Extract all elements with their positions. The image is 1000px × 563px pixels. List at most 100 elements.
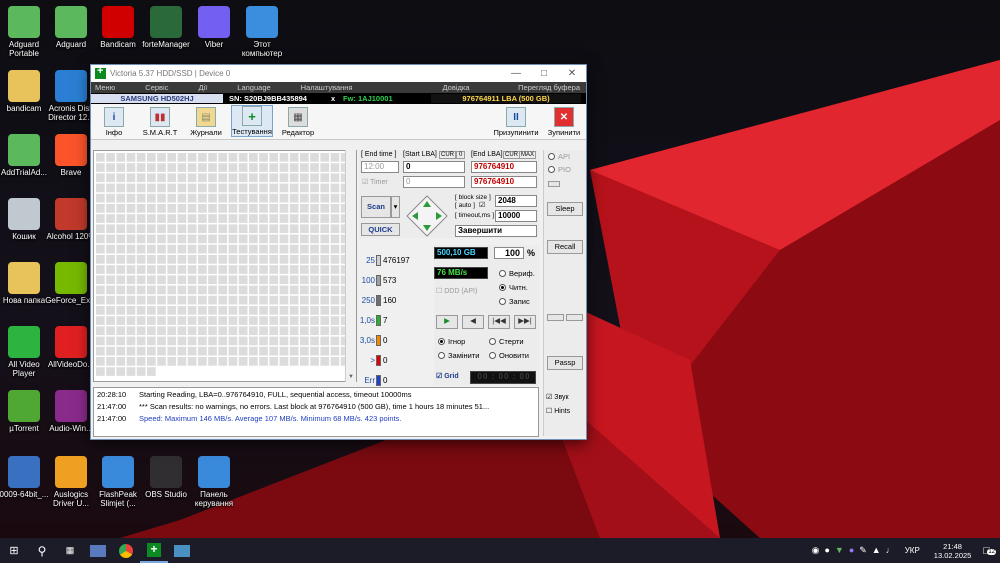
scan-options-dropdown[interactable]: ▾ — [391, 196, 400, 218]
clock[interactable]: 21:48 13.02.2025 — [934, 542, 972, 560]
scan-block — [330, 193, 340, 203]
read-radio[interactable]: Читн. — [499, 283, 528, 292]
recall-button[interactable]: Recall — [547, 240, 583, 254]
taskbar-app-images[interactable] — [168, 538, 196, 563]
task-view-button[interactable]: ▦ — [56, 538, 84, 563]
scan-block — [147, 326, 156, 336]
menu-item-help[interactable]: Довідка — [443, 83, 470, 92]
language-indicator[interactable]: УКР — [905, 546, 920, 555]
testing-button[interactable]: + Тестування — [231, 105, 273, 137]
scan-block — [106, 204, 115, 213]
scan-block — [208, 306, 217, 315]
pause-button[interactable]: II Призупинити — [492, 107, 540, 137]
journals-button[interactable]: ▤ Журнали — [185, 107, 227, 137]
sound-checkbox[interactable]: ☑ Звук — [546, 393, 569, 401]
desktop-icon[interactable]: Adguard — [45, 6, 97, 49]
scan-button[interactable]: Scan — [361, 196, 391, 218]
end-time-input[interactable]: 12:00 — [361, 161, 399, 173]
erase-radio[interactable]: Стерти — [489, 337, 524, 346]
desktop-icon[interactable]: 0009-64bit_... — [0, 456, 50, 499]
minimize-button[interactable]: — — [502, 68, 530, 79]
menu-item-actions[interactable]: Дії — [198, 83, 207, 92]
start-button[interactable]: ⊞ — [0, 538, 28, 563]
desktop-icon[interactable]: Adguard Portable — [0, 6, 50, 58]
sleep-button[interactable]: Sleep — [547, 202, 583, 216]
scrollbar-down-arrow[interactable]: ▼ — [348, 374, 354, 380]
device-close-x[interactable]: x — [327, 94, 337, 103]
pio-radio[interactable]: PIO — [548, 165, 571, 174]
ignore-radio[interactable]: Ігнор — [438, 337, 465, 346]
desktop-icon[interactable]: Viber — [188, 6, 240, 49]
start-lba-input[interactable]: 0 — [403, 161, 465, 173]
desktop-icon[interactable]: Этот компьютер — [236, 6, 288, 58]
info-button[interactable]: i Інфо — [93, 107, 135, 137]
taskbar-app-chrome[interactable] — [112, 538, 140, 563]
close-button[interactable]: ✕ — [558, 68, 586, 79]
desktop-icon[interactable]: AddTrialAd... — [0, 134, 50, 177]
skip-back-button[interactable]: |◀◀ — [488, 315, 510, 329]
desktop-icon[interactable]: forteManager — [140, 6, 192, 49]
quick-button[interactable]: QUICK — [361, 223, 400, 236]
auto-checkbox[interactable]: ☑ — [479, 201, 485, 209]
small-right-button[interactable] — [566, 314, 583, 321]
timer-checkbox[interactable]: ☑ Timer — [362, 178, 388, 186]
maximize-button[interactable]: □ — [530, 68, 558, 79]
menu-item-buffer-view[interactable]: Перегляд буфера — [518, 83, 580, 92]
grid-checkbox[interactable]: ☑ Grid — [436, 372, 459, 380]
finish-action-select[interactable]: Завершити — [455, 225, 537, 237]
write-radio[interactable]: Запис — [499, 297, 530, 306]
log-panel[interactable]: 20:28:10 Starting Reading, LBA=0..9767649… — [93, 387, 539, 437]
device-model[interactable]: SAMSUNG HD502HJ — [91, 94, 223, 103]
desktop-icon[interactable]: Панель керування — [188, 456, 240, 508]
smart-button[interactable]: ▮▮ S.M.A.R.T — [139, 107, 181, 137]
end-lba-input[interactable]: 976764910 — [471, 161, 537, 173]
desktop-icon[interactable]: µTorrent — [0, 390, 50, 433]
verify-radio[interactable]: Вериф. — [499, 269, 535, 278]
small-left-button[interactable] — [547, 314, 564, 321]
taskbar-app-victoria-monitor[interactable] — [84, 538, 112, 563]
menu-item-settings[interactable]: Налаштування — [301, 83, 353, 92]
direction-pad-icon[interactable] — [405, 194, 449, 238]
ddd-api-checkbox[interactable]: ☐ DDD (API) — [436, 287, 477, 295]
desktop-icon[interactable]: Bandicam — [92, 6, 144, 49]
desktop-icon[interactable]: FlashPeak Slimjet (... — [92, 456, 144, 508]
editor-button[interactable]: ▦ Редактор — [277, 107, 319, 137]
tray-icons[interactable]: ◉ ● ▼ ● ✎ ▲ ♩ — [812, 545, 895, 556]
scan-block — [147, 316, 156, 325]
desktop-icon[interactable]: Нова папка — [0, 262, 50, 305]
scan-block — [177, 183, 187, 193]
stop-icon: ✕ — [554, 107, 574, 127]
scan-block — [218, 193, 228, 203]
passport-button[interactable]: Passp — [547, 356, 583, 370]
reverse-button[interactable]: ◀ — [462, 315, 484, 329]
small-toggle-button[interactable] — [548, 181, 560, 187]
block-size-select[interactable]: 2048 — [495, 195, 537, 207]
timer-input[interactable]: 0 — [403, 176, 465, 188]
scan-block — [136, 234, 146, 244]
desktop-icon[interactable]: Auslogics Driver U... — [45, 456, 97, 508]
refresh-radio[interactable]: Оновити — [489, 351, 529, 360]
taskbar-app-victoria[interactable]: + — [140, 538, 168, 563]
scan-block — [238, 346, 248, 356]
desktop-icon[interactable]: All Video Player — [0, 326, 50, 378]
map-scrollbar[interactable]: ▼ — [345, 150, 356, 382]
menu-item-menu[interactable]: Меню — [95, 83, 115, 92]
desktop-icon[interactable]: bandicam — [0, 70, 50, 113]
scan-block — [167, 336, 177, 346]
stop-button[interactable]: ✕ Зупинити — [544, 107, 584, 137]
scan-block — [167, 204, 177, 213]
images-app-icon — [174, 544, 190, 557]
search-button[interactable]: ⚲ — [28, 538, 56, 563]
menu-item-service[interactable]: Сервіс — [145, 83, 168, 92]
timeout-select[interactable]: 10000 — [495, 210, 537, 222]
skip-forward-button[interactable]: ▶▶| — [514, 315, 536, 329]
play-button[interactable]: ▶ — [436, 315, 458, 329]
hints-checkbox[interactable]: ☐ Hints — [546, 407, 570, 415]
remap-radio[interactable]: Замінити — [438, 351, 479, 360]
menu-item-language[interactable]: Language — [237, 83, 270, 92]
desktop-icon[interactable]: Кошик — [0, 198, 50, 241]
notification-button[interactable]: □ 12 — [983, 545, 997, 557]
api-radio[interactable]: API — [548, 152, 570, 161]
desktop-icon[interactable]: OBS Studio — [140, 456, 192, 499]
desktop-icon-label: Auslogics Driver U... — [53, 490, 89, 508]
